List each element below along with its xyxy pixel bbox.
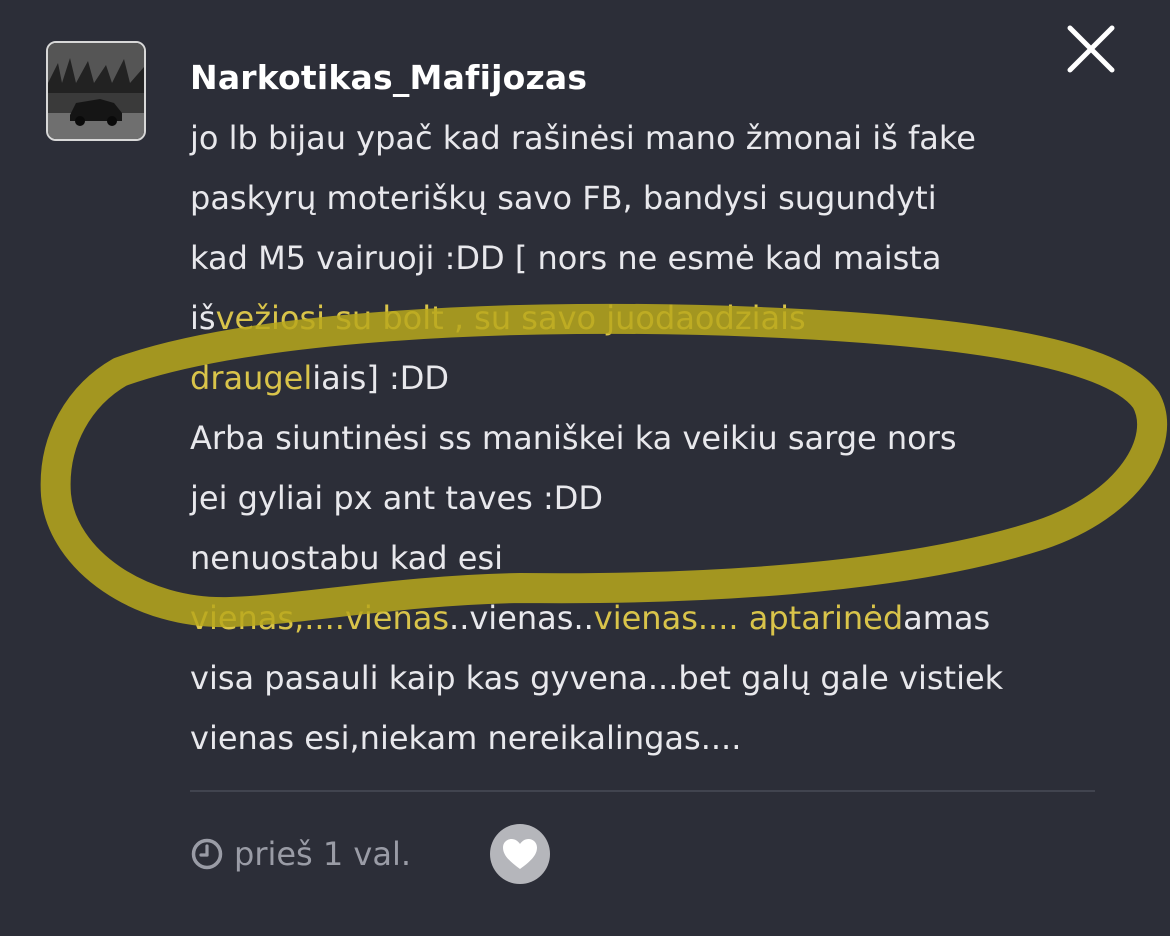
message-segment: vienas,....vienas <box>190 599 450 637</box>
comment-message: jo lb bijau ypač kad rašinėsi mano žmona… <box>190 108 1130 768</box>
message-line: visa pasauli kaip kas gyvena...bet galų … <box>190 648 1130 708</box>
message-line: vienas esi,niekam nereikalingas.... <box>190 708 1130 768</box>
message-segment: jo lb bijau ypač kad rašinėsi mano žmona… <box>190 119 976 157</box>
message-segment: draugel <box>190 359 313 397</box>
message-line: vienas,....vienas..vienas..vienas.... ap… <box>190 588 1130 648</box>
avatar-car-photo <box>48 43 144 139</box>
close-button[interactable] <box>1064 22 1118 76</box>
message-segment: visa pasauli kaip kas gyvena...bet galų … <box>190 659 1004 697</box>
message-segment: jei gyliai px ant taves :DD <box>190 479 604 517</box>
timestamp-text: prieš 1 val. <box>234 835 412 873</box>
message-segment: amas <box>903 599 991 637</box>
message-segment: kad M5 vairuoji :DD [ nors ne esmė kad m… <box>190 239 942 277</box>
message-line: paskyrų moteriškų savo FB, bandysi sugun… <box>190 168 1130 228</box>
heart-icon <box>503 839 537 869</box>
message-segment: vienas.... aptarinėd <box>593 599 904 637</box>
message-line: draugeliais] :DD <box>190 348 1130 408</box>
message-segment: ..vienas.. <box>449 599 594 637</box>
close-icon <box>1067 25 1115 73</box>
like-button[interactable] <box>490 824 550 884</box>
message-segment: vienas esi,niekam nereikalingas.... <box>190 719 742 757</box>
comment-username[interactable]: Narkotikas_Mafijozas <box>190 58 587 97</box>
comment-card: Narkotikas_Mafijozas jo lb bijau ypač ka… <box>0 0 1170 936</box>
message-line: jo lb bijau ypač kad rašinėsi mano žmona… <box>190 108 1130 168</box>
message-line: nenuostabu kad esi <box>190 528 1130 588</box>
comment-timestamp: prieš 1 val. <box>190 832 411 876</box>
divider <box>190 790 1095 792</box>
message-line: kad M5 vairuoji :DD [ nors ne esmė kad m… <box>190 228 1130 288</box>
clock-icon <box>191 838 223 870</box>
message-line: jei gyliai px ant taves :DD <box>190 468 1130 528</box>
message-segment: nenuostabu kad esi <box>190 539 504 577</box>
message-segment: Arba siuntinėsi ss maniškei ka veikiu sa… <box>190 419 957 457</box>
message-line: išvežiosi su bolt , su savo juodaodziais <box>190 288 1130 348</box>
message-line: Arba siuntinėsi ss maniškei ka veikiu sa… <box>190 408 1130 468</box>
message-segment: paskyrų moteriškų savo FB, bandysi sugun… <box>190 179 937 217</box>
avatar[interactable] <box>46 41 146 141</box>
message-segment: iš <box>190 299 216 337</box>
message-segment: iais] :DD <box>312 359 450 397</box>
message-segment: vežiosi su bolt , su savo juodaodziais <box>215 299 806 337</box>
